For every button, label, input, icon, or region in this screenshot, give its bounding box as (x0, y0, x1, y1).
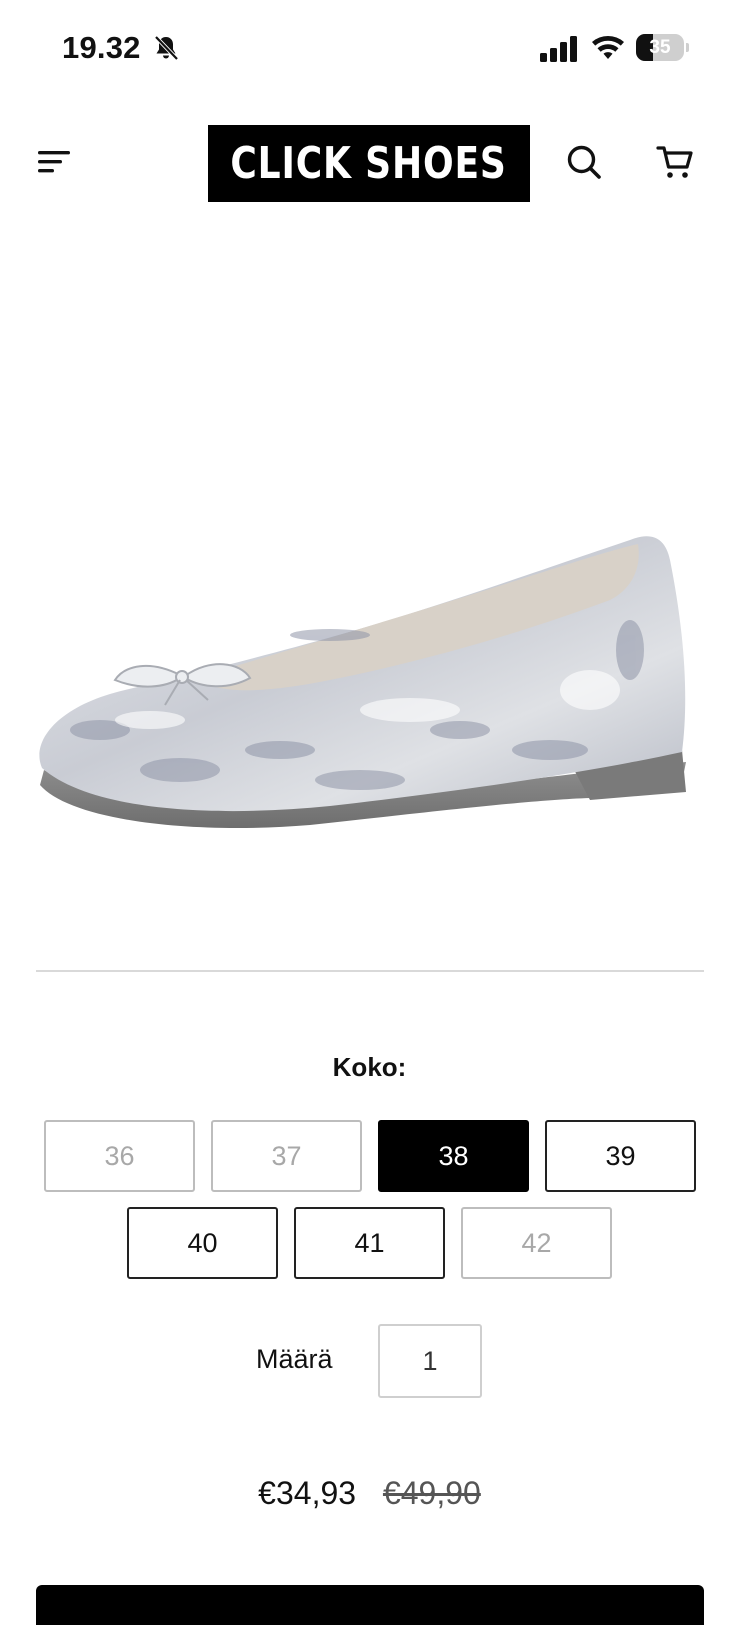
cart-icon[interactable] (656, 143, 694, 181)
divider (36, 970, 704, 972)
size-label: Koko: (332, 1052, 407, 1082)
bell-muted-icon (154, 35, 179, 61)
battery-level: 35 (649, 37, 671, 58)
battery-icon: 35 (636, 34, 689, 61)
size-option-42[interactable]: 42 (461, 1207, 612, 1279)
site-header: CLICK SHOES (0, 110, 739, 210)
price-current: €34,93 (258, 1475, 357, 1511)
size-option-38[interactable]: 38 (378, 1120, 529, 1192)
menu-icon[interactable] (36, 148, 72, 176)
price-row: €34,93 €49,90 (0, 1475, 739, 1512)
status-bar: 19.32 35 (0, 0, 739, 100)
product-image (39, 536, 686, 829)
size-option-37[interactable]: 37 (211, 1120, 362, 1192)
quantity-label: Määrä (256, 1344, 333, 1374)
signal-icon (540, 36, 577, 62)
status-time: 19.32 (62, 30, 141, 65)
search-icon[interactable] (566, 144, 602, 180)
logo-text: CLICK SHOES (230, 138, 508, 189)
size-option-39[interactable]: 39 (545, 1120, 696, 1192)
logo[interactable]: CLICK SHOES (208, 125, 530, 202)
quantity-input[interactable] (378, 1324, 482, 1398)
size-option-41[interactable]: 41 (294, 1207, 445, 1279)
size-option-40[interactable]: 40 (127, 1207, 278, 1279)
price-original: €49,90 (382, 1475, 481, 1511)
add-to-cart-button[interactable] (36, 1585, 704, 1625)
wifi-icon (592, 35, 624, 59)
size-option-36[interactable]: 36 (44, 1120, 195, 1192)
